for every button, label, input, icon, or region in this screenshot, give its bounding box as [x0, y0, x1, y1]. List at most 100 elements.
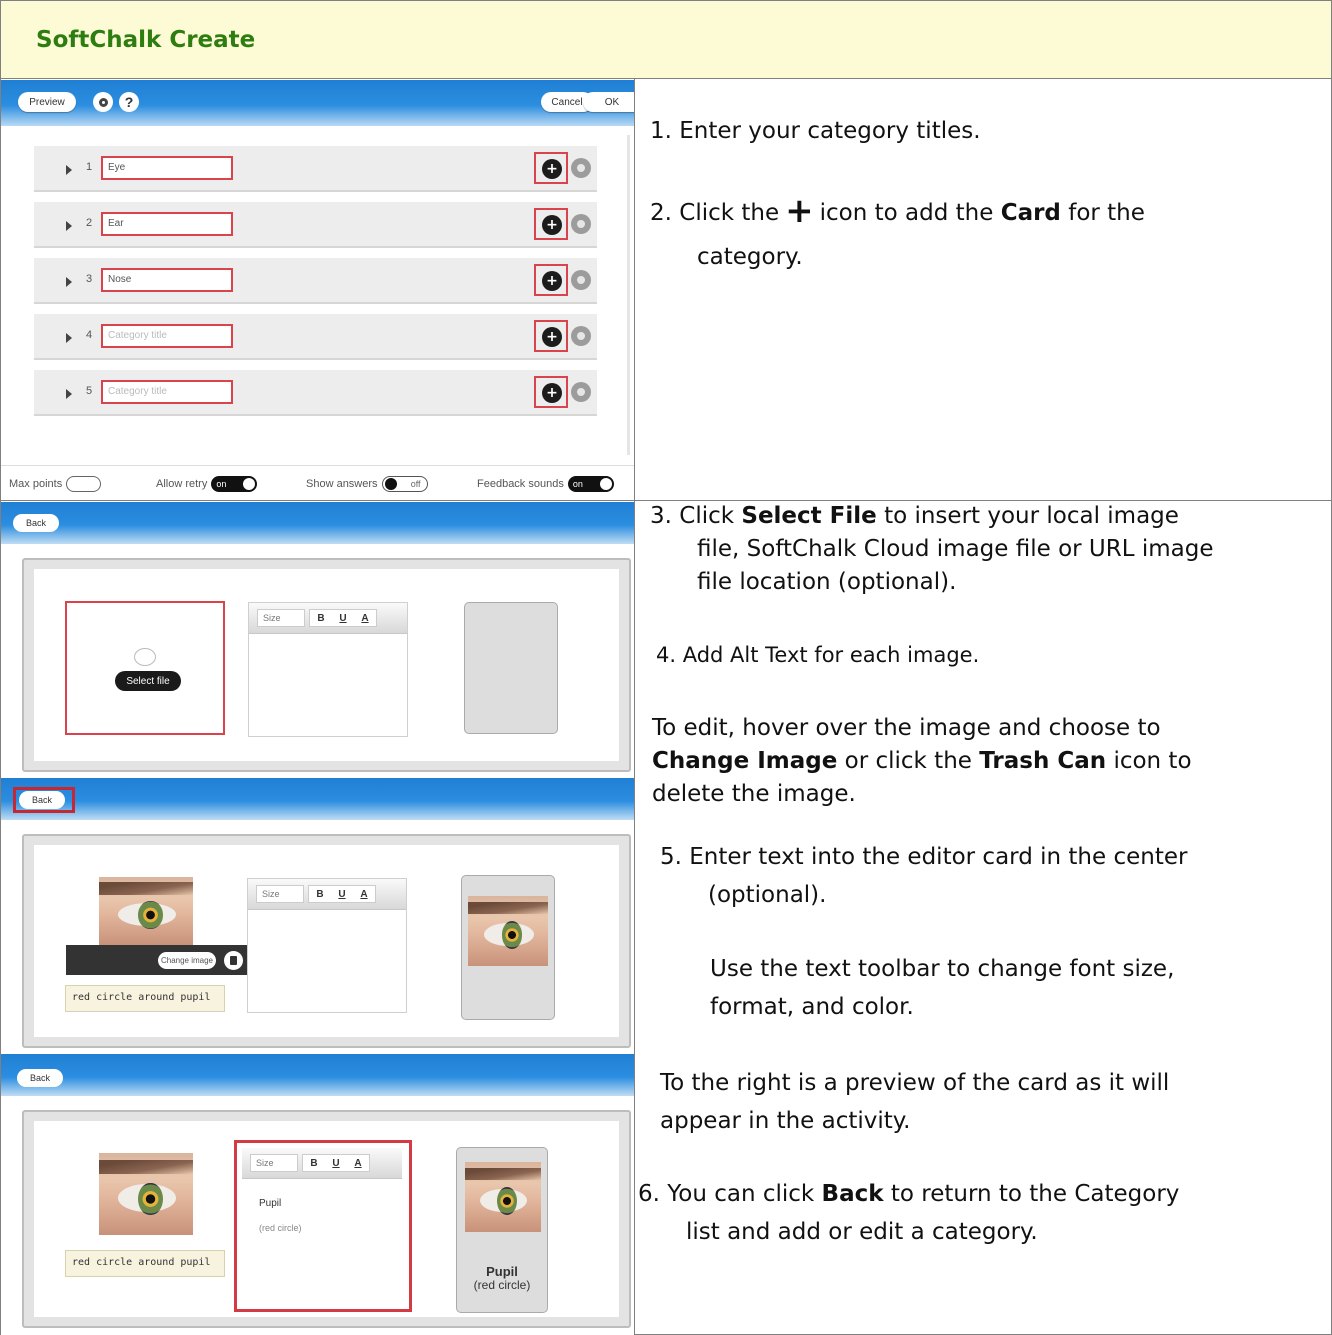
step-5-line-1: 5. Enter text into the editor card in th… [660, 844, 1188, 870]
step-2-cont: category. [697, 244, 803, 270]
step-2-card: Card [1000, 200, 1061, 226]
toolbar-hint-line-1: Use the text toolbar to change font size… [710, 956, 1175, 982]
toolbar: Back [1, 778, 634, 820]
category-list-screenshot: Preview ? Cancel OK 1 Eye + 2 Ear + 3 No… [1, 80, 634, 500]
preview-sub: (red circle) [473, 1278, 531, 1292]
underline-button[interactable]: U [339, 613, 346, 624]
expand-triangle-icon[interactable] [66, 165, 72, 175]
eye-image[interactable] [99, 1153, 193, 1235]
add-card-highlight: + [534, 320, 568, 352]
remove-icon[interactable] [571, 382, 591, 402]
step-3: 3. Click Select File to insert your loca… [650, 500, 1214, 599]
card-editor-hover-screenshot: Back Change image red circle around pupi… [1, 778, 634, 1054]
remove-icon[interactable] [571, 270, 591, 290]
alt-text-field[interactable]: red circle around pupil [65, 985, 225, 1012]
card-preview [464, 602, 558, 734]
text-editor[interactable]: Size B U A Pupil (red circle) [234, 1140, 412, 1312]
gear-icon [98, 97, 108, 107]
plus-icon[interactable]: + [542, 383, 562, 403]
show-answers-toggle[interactable]: off [381, 476, 428, 492]
expand-triangle-icon[interactable] [66, 333, 72, 343]
select-file-button[interactable]: Select file [115, 671, 181, 691]
eyebrow [99, 882, 193, 895]
preview-title: Pupil [486, 1264, 518, 1279]
expand-triangle-icon[interactable] [66, 277, 72, 287]
plus-icon[interactable]: + [542, 215, 562, 235]
max-points-setting: Max points [9, 476, 102, 492]
text-editor[interactable]: Size B U A [247, 878, 407, 1013]
header-bar: SoftChalk Create [0, 0, 1332, 79]
feedback-sounds-toggle[interactable]: on [567, 476, 614, 492]
ok-button[interactable]: OK [583, 92, 634, 112]
step-6-text-c: to return to the Category [890, 1181, 1180, 1207]
scrollbar[interactable] [627, 135, 630, 455]
step-4: 4. Add Alt Text for each image. [656, 643, 980, 667]
step-3-line-2: file, SoftChalk Cloud image file or URL … [697, 536, 1214, 562]
image-dropzone[interactable]: Select file [65, 601, 225, 735]
category-title-input[interactable]: Category title [101, 380, 233, 404]
format-buttons: B U A [308, 885, 376, 903]
edit-hint-trash-can: Trash Can [979, 748, 1107, 774]
text-toolbar: Size B U A [248, 879, 406, 910]
expand-triangle-icon[interactable] [66, 389, 72, 399]
color-button[interactable]: A [354, 1158, 361, 1169]
card-sub-text[interactable]: (red circle) [259, 1223, 302, 1233]
settings-footer: Max points Allow retry on Show answers o… [1, 465, 634, 500]
step-6-line-1: 6. You can click Back to return to the C… [638, 1175, 1179, 1213]
back-button[interactable]: Back [17, 1069, 63, 1087]
settings-button[interactable] [93, 92, 113, 112]
page-title: SoftChalk Create [36, 27, 256, 53]
text-editor[interactable]: Size B U A [248, 602, 408, 737]
step-6: 6. You can click Back to return to the C… [638, 1175, 1179, 1251]
underline-button[interactable]: U [338, 889, 345, 900]
toolbar: Back [1, 1054, 634, 1096]
step-2-text-a: 2. Click the [650, 200, 780, 226]
underline-button[interactable]: U [332, 1158, 339, 1169]
row-number: 3 [86, 273, 93, 285]
change-image-button[interactable]: Change image [158, 952, 216, 969]
size-dropdown[interactable]: Size [256, 885, 304, 903]
image-hover-bar: Change image [66, 945, 253, 975]
alt-text-field[interactable]: red circle around pupil [65, 1250, 225, 1277]
card-title-text[interactable]: Pupil [259, 1198, 281, 1209]
trash-can-icon[interactable] [224, 951, 243, 970]
category-title-input[interactable]: Category title [101, 324, 233, 348]
allow-retry-toggle[interactable]: on [211, 476, 258, 492]
edit-hint-line-3: delete the image. [652, 781, 856, 807]
back-button[interactable]: Back [13, 514, 59, 532]
column-divider [634, 79, 635, 1335]
bold-button[interactable]: B [317, 613, 324, 624]
color-button[interactable]: A [360, 889, 367, 900]
edit-hint-text-e: icon to [1113, 748, 1192, 774]
remove-icon[interactable] [571, 326, 591, 346]
category-title-input[interactable]: Eye [101, 156, 233, 180]
step-3-line-1: 3. Click Select File to insert your loca… [650, 500, 1214, 533]
format-buttons: B U A [302, 1154, 370, 1172]
plus-icon[interactable]: + [542, 159, 562, 179]
expand-triangle-icon[interactable] [66, 221, 72, 231]
show-answers-label: Show answers [306, 478, 378, 490]
remove-icon[interactable] [571, 214, 591, 234]
help-button[interactable]: ? [119, 92, 139, 112]
toolbar: Preview ? Cancel OK [1, 80, 634, 126]
plus-icon[interactable]: + [542, 271, 562, 291]
category-row: 2 Ear + [34, 202, 597, 248]
bold-button[interactable]: B [310, 1158, 317, 1169]
toolbar-hint: Use the text toolbar to change font size… [710, 950, 1174, 1026]
eye-image[interactable] [99, 877, 193, 945]
bold-button[interactable]: B [316, 889, 323, 900]
size-dropdown[interactable]: Size [257, 609, 305, 627]
row-number: 5 [86, 385, 93, 397]
color-button[interactable]: A [361, 613, 368, 624]
max-points-input[interactable] [66, 476, 102, 492]
category-title-input[interactable]: Nose [101, 268, 233, 292]
preview-button[interactable]: Preview [18, 92, 76, 112]
size-dropdown[interactable]: Size [250, 1154, 298, 1172]
category-row: 3 Nose + [34, 258, 597, 304]
feedback-sounds-setting: Feedback sounds on [477, 476, 614, 492]
iris [138, 1182, 163, 1216]
remove-icon[interactable] [571, 158, 591, 178]
allow-retry-setting: Allow retry on [156, 476, 258, 492]
category-title-input[interactable]: Ear [101, 212, 233, 236]
plus-icon[interactable]: + [542, 327, 562, 347]
